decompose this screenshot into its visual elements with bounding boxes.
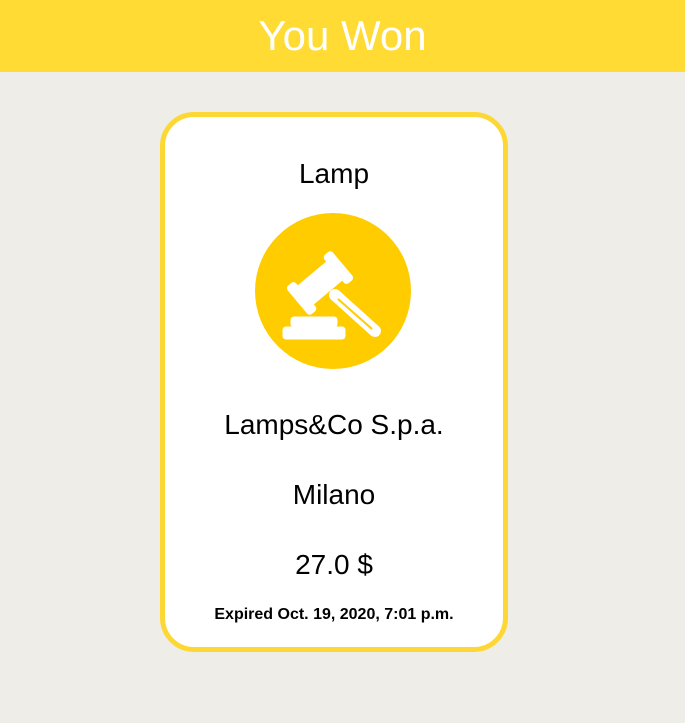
page-header: You Won (0, 0, 685, 72)
item-name: Lamp (298, 158, 370, 189)
auction-gavel-icon (255, 213, 411, 369)
page-title: You Won (258, 12, 427, 59)
won-auction-card[interactable]: Lamp Lamps&Co S.p.a. Milano 27.0 $ Expir… (160, 112, 508, 652)
seller-city: Milano (292, 479, 376, 510)
seller-name: Lamps&Co S.p.a. (224, 409, 444, 440)
expiry-date: Expired Oct. 19, 2020, 7:01 p.m. (214, 606, 454, 623)
winning-price: 27.0 $ (295, 549, 373, 580)
